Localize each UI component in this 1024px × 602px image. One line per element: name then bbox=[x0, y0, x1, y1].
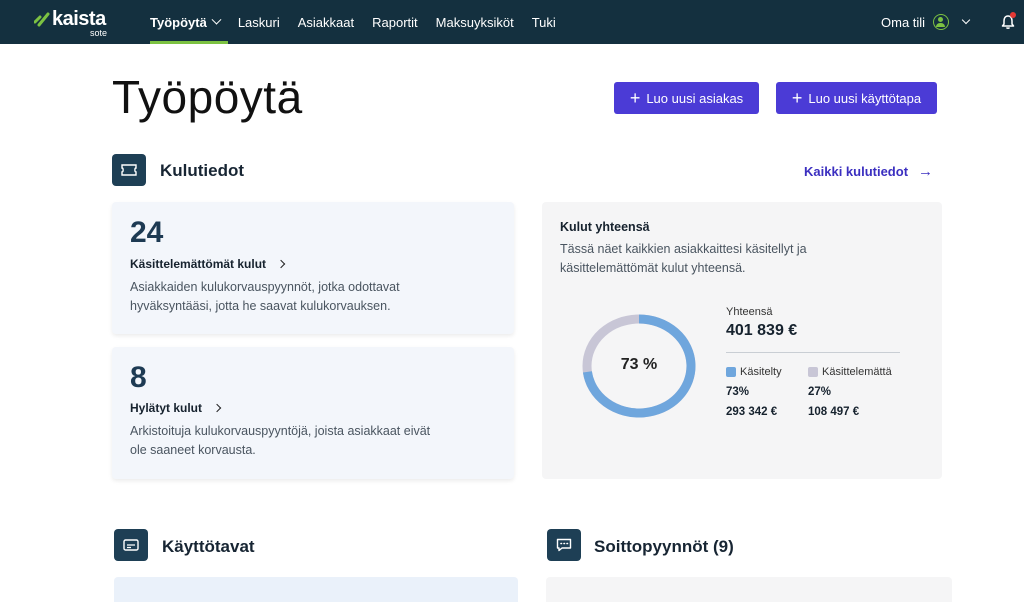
unprocessed-amount: 108 497 € bbox=[808, 406, 860, 418]
unprocessed-label: Käsittelemättömät kulut bbox=[130, 257, 267, 271]
callbacks-section-icon bbox=[547, 529, 581, 561]
new-client-button[interactable]: + Luo uusi asiakas bbox=[614, 82, 759, 114]
notification-badge bbox=[1010, 12, 1016, 18]
brand-name: kaista bbox=[52, 8, 106, 30]
top-navbar: kaista sote Työpöytä Laskuri Asiakkaat R… bbox=[0, 0, 1024, 44]
chevron-right-icon bbox=[212, 403, 222, 413]
unprocessed-expenses-link[interactable]: Käsittelemättömät kulut bbox=[130, 257, 286, 271]
logo-mark-icon bbox=[34, 12, 50, 27]
usage-card bbox=[114, 577, 518, 602]
nav-item-asiakkaat[interactable]: Asiakkaat bbox=[298, 0, 354, 44]
legend-processed: Käsitelty bbox=[726, 366, 782, 378]
total-sum-label: Yhteensä bbox=[726, 306, 773, 318]
nav-item-raportit[interactable]: Raportit bbox=[372, 0, 418, 44]
total-desc: Tässä näet kaikkien asiakkaittesi käsite… bbox=[560, 242, 807, 275]
processed-swatch bbox=[726, 367, 736, 377]
nav-item-label: Raportit bbox=[372, 14, 418, 30]
card-icon bbox=[123, 539, 139, 551]
user-icon bbox=[933, 14, 950, 30]
new-client-label: Luo uusi asiakas bbox=[646, 90, 744, 106]
all-expenses-label: Kaikki kulutiedot bbox=[804, 164, 909, 179]
nav-item-maksuyksikot[interactable]: Maksuyksiköt bbox=[436, 0, 514, 44]
page-title: Työpöytä bbox=[112, 71, 303, 123]
chevron-right-icon bbox=[276, 259, 286, 269]
brand-logo[interactable]: kaista sote bbox=[34, 8, 124, 38]
rejected-count: 8 bbox=[130, 361, 147, 394]
unprocessed-expenses-card: 24 Käsittelemättömät kulut Asiakkaiden k… bbox=[112, 202, 514, 334]
account-label: Oma tili bbox=[881, 14, 926, 30]
plus-icon: + bbox=[791, 88, 803, 108]
nav-item-label: Maksuyksiköt bbox=[435, 14, 514, 30]
ticket-icon bbox=[121, 164, 137, 176]
chat-icon bbox=[556, 538, 572, 552]
unprocessed-percent: 27% bbox=[808, 386, 832, 398]
unprocessed-desc: Asiakkaiden kulukorvauspyynnöt, jotka od… bbox=[130, 280, 400, 313]
expenses-total-card: Kulut yhteensä Tässä näet kaikkien asiak… bbox=[542, 202, 942, 479]
all-expenses-link[interactable]: Kaikki kulutiedot → bbox=[804, 163, 933, 180]
unprocessed-count: 24 bbox=[130, 216, 164, 249]
plus-icon: + bbox=[629, 88, 641, 108]
main-nav: Työpöytä Laskuri Asiakkaat Raportit Maks… bbox=[150, 0, 574, 44]
rejected-expenses-card: 8 Hylätyt kulut Arkistoituja kulukorvaus… bbox=[112, 347, 514, 479]
processed-percent: 73% bbox=[726, 386, 750, 398]
divider bbox=[726, 352, 900, 353]
rejected-desc: Arkistoituja kulukorvauspyyntöjä, joista… bbox=[130, 424, 431, 457]
nav-item-label: Tuki bbox=[531, 14, 556, 30]
legend-processed-label: Käsitelty bbox=[740, 366, 782, 378]
nav-item-label: Asiakkaat bbox=[297, 14, 355, 30]
usage-section-icon bbox=[114, 529, 148, 561]
nav-item-tuki[interactable]: Tuki bbox=[532, 0, 556, 44]
expenses-section-icon bbox=[112, 154, 146, 186]
arrow-right-icon: → bbox=[918, 163, 934, 180]
nav-item-label: Laskuri bbox=[237, 14, 280, 30]
processed-amount: 293 342 € bbox=[726, 406, 778, 418]
unprocessed-swatch bbox=[808, 367, 818, 377]
legend-unprocessed-label: Käsittelemättä bbox=[822, 366, 892, 378]
total-title: Kulut yhteensä bbox=[560, 220, 650, 234]
nav-item-laskuri[interactable]: Laskuri bbox=[238, 0, 280, 44]
new-usage-method-label: Luo uusi käyttötapa bbox=[808, 90, 922, 106]
legend-unprocessed: Käsittelemättä bbox=[808, 366, 892, 378]
callbacks-section-title: Soittopyynnöt (9) bbox=[594, 537, 734, 556]
total-sum-value: 401 839 € bbox=[726, 322, 798, 339]
nav-item-label: Työpöytä bbox=[150, 14, 207, 30]
account-menu[interactable]: Oma tili bbox=[881, 0, 971, 44]
nav-item-tyopoyta[interactable]: Työpöytä bbox=[150, 0, 228, 44]
brand-sub: sote bbox=[90, 28, 108, 38]
chevron-down-icon bbox=[961, 15, 971, 25]
chevron-down-icon bbox=[211, 14, 222, 25]
new-usage-method-button[interactable]: + Luo uusi käyttötapa bbox=[776, 82, 937, 114]
usage-section-title: Käyttötavat bbox=[162, 537, 255, 556]
callbacks-card bbox=[546, 577, 952, 602]
rejected-label: Hylätyt kulut bbox=[130, 401, 203, 415]
donut-percent-label: 73 % bbox=[620, 356, 658, 373]
expenses-section-title: Kulutiedot bbox=[160, 161, 245, 180]
rejected-expenses-link[interactable]: Hylätyt kulut bbox=[130, 401, 222, 415]
